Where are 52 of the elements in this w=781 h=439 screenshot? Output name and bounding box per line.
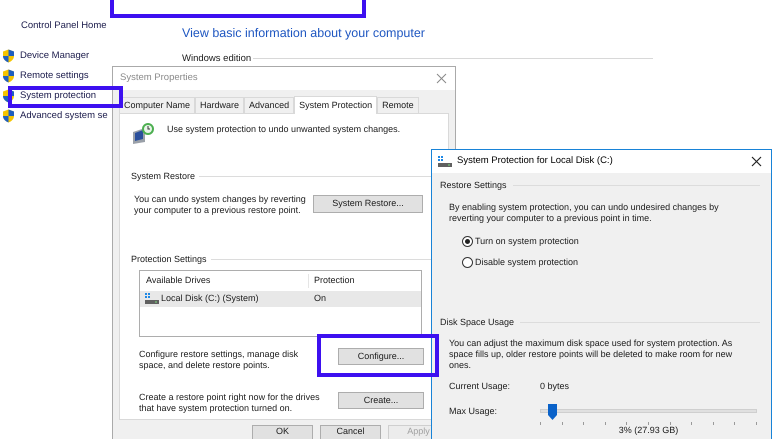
- description-text: Use system protection to undo unwanted system changes.: [167, 124, 400, 135]
- radio-button[interactable]: [462, 257, 473, 268]
- slider[interactable]: [540, 404, 757, 420]
- description-text: Configure restore settings, manage disk space, and delete restore points.: [139, 348, 300, 371]
- sidebar-link[interactable]: Remote settings: [20, 68, 89, 84]
- group-label: System Restore: [131, 170, 196, 182]
- sidebar-link[interactable]: Advanced system se: [20, 108, 108, 124]
- field-label: Max Usage:: [449, 406, 498, 417]
- computer-icon: [131, 122, 157, 146]
- close-icon[interactable]: [751, 156, 762, 167]
- field-label: Current Usage:: [449, 381, 512, 392]
- option-label[interactable]: Disable system protection: [475, 257, 578, 268]
- column-header[interactable]: Available Drives: [140, 274, 309, 288]
- create-button[interactable]: Create...: [338, 392, 424, 409]
- group-label: Protection Settings: [131, 254, 207, 265]
- description-text: By enabling system protection, you can undo undesired changes by reverting your computer to a previous point in time.: [448, 202, 720, 224]
- tab[interactable]: Hardware: [195, 96, 244, 113]
- table-cell-text: On: [313, 292, 326, 305]
- tab[interactable]: System Protection: [294, 96, 378, 114]
- drive-icon: [438, 156, 452, 168]
- dialog-button[interactable]: Cancel: [320, 425, 381, 439]
- description-text: You can undo system changes by reverting your computer to a previous restore point.: [134, 194, 307, 216]
- tab[interactable]: Computer Name: [119, 96, 196, 113]
- page-heading: View basic information about your computer: [182, 25, 426, 41]
- window-title: System Protection for Local Disk (C:): [457, 154, 613, 168]
- table-cell-text: Local Disk (C:) (System): [161, 292, 259, 305]
- window-title: System Properties: [120, 71, 198, 86]
- drive-icon: [145, 292, 159, 305]
- description-text: Create a restore point right now for the drives that have system protection turned on.: [139, 392, 321, 414]
- shield-icon: [2, 89, 15, 103]
- configure-button[interactable]: Configure...: [338, 348, 424, 365]
- section-heading: Windows edition: [182, 53, 252, 64]
- sidebar-link[interactable]: Device Manager: [20, 48, 90, 64]
- tab[interactable]: Remote: [377, 96, 419, 113]
- group-label: Restore Settings: [440, 180, 507, 191]
- drive-row[interactable]: Local Disk (C:) (System) On: [140, 290, 421, 307]
- sidebar-link[interactable]: System protection: [20, 88, 96, 104]
- system-restore-button[interactable]: System Restore...: [313, 194, 423, 213]
- usage-value: 3% (27.93 GB): [618, 425, 678, 435]
- dialog-button[interactable]: OK: [252, 425, 313, 439]
- slider-thumb[interactable]: [548, 404, 558, 420]
- description-text: You can adjust the maximum disk space used for system protection. As space fills up, older restore points will be deleted to make room for new ones.: [448, 338, 734, 371]
- shield-icon: [2, 69, 15, 83]
- shield-icon: [2, 109, 15, 123]
- tab[interactable]: Advanced: [244, 96, 294, 113]
- home-link[interactable]: Control Panel Home: [21, 18, 107, 34]
- usage-value: 0 bytes: [540, 381, 570, 392]
- option-label[interactable]: Turn on system protection: [475, 236, 579, 247]
- column-header[interactable]: Protection: [309, 274, 355, 288]
- radio-button[interactable]: [462, 236, 473, 247]
- shield-icon: [2, 49, 15, 63]
- group-label: Disk Space Usage: [440, 317, 514, 328]
